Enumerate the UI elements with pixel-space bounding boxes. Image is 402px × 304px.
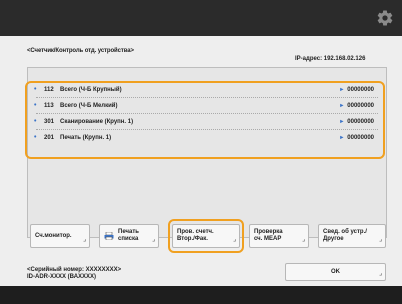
page-title: <Счетчик/Контроль отд. устройства> (27, 48, 134, 54)
printer-icon (104, 232, 114, 240)
gear-icon[interactable] (376, 9, 394, 27)
corner-icon: ⌟ (83, 237, 86, 243)
corner-icon: ⌟ (302, 237, 305, 243)
counter-monitor-button[interactable]: Сч.монитор. ⌟ (30, 224, 90, 248)
ip-address: IP-адрес: 192.168.02.126 (295, 56, 366, 62)
button-highlight (168, 219, 244, 253)
device-info-button[interactable]: Свед. об устр./Другое ⌟ (318, 224, 386, 248)
corner-icon: ⌟ (379, 237, 382, 243)
serial-number: <Серийный номер: XXXXXXXX> ID-ADR-XXXX (… (27, 267, 122, 280)
top-bar (0, 0, 402, 36)
list-highlight (25, 81, 385, 159)
bottom-bar (0, 286, 402, 304)
check-meap-counter-button[interactable]: Проверка сч. MEAP ⌟ (249, 224, 309, 248)
corner-icon: ⌟ (152, 237, 155, 243)
corner-icon: ⌟ (379, 271, 382, 277)
ok-button[interactable]: OK ⌟ (285, 263, 386, 281)
print-list-button[interactable]: Печать списка ⌟ (99, 224, 159, 248)
